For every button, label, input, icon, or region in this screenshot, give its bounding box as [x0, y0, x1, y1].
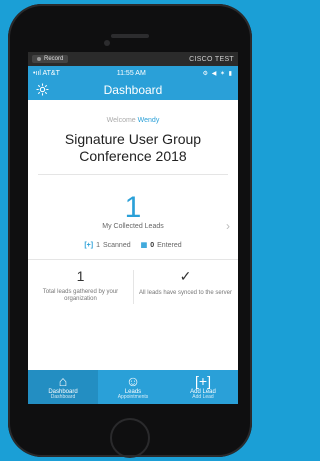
user-name: Wendy [137, 117, 160, 124]
home-button[interactable] [110, 418, 150, 458]
lead-count-label: My Collected Leads [102, 223, 164, 230]
carrier-label: •ııl AT&T [33, 70, 60, 77]
tab-bar: ⌂ Dashboard Dashboard ☺ Leads Appointmen… [28, 370, 238, 404]
scanned-label: Scanned [102, 241, 131, 249]
recording-bar: Record CISCO TEST [28, 52, 238, 66]
leads-summary-card[interactable]: 1 My Collected Leads [+] 1 Scanned ▦ 0 E… [28, 191, 238, 249]
scan-icon: [+] [195, 373, 211, 389]
record-label: Record [44, 56, 64, 62]
keyboard-icon: ▦ [140, 242, 148, 249]
entered-label: Entered [157, 241, 182, 249]
chevron-right-icon[interactable]: › [226, 219, 230, 233]
record-button[interactable]: Record [32, 55, 69, 63]
entered-value: 0 [150, 241, 155, 249]
sync-status-label: All leads have synced to the server [138, 290, 233, 296]
speaker-grille [111, 34, 149, 38]
record-dot-icon [37, 57, 41, 61]
scan-icon: [+] [84, 241, 94, 249]
page-title: Dashboard [103, 83, 163, 97]
entered-stat: ▦ 0 Entered [140, 241, 182, 250]
divider [133, 270, 134, 304]
organization-summary: 1 Total leads gathered by your organizat… [28, 260, 238, 320]
people-icon: ☺ [125, 373, 141, 389]
total-leads-label: Total leads gathered by your organizatio… [42, 289, 119, 302]
carrier-text: AT&T [42, 69, 60, 77]
lead-count: 1 [124, 191, 142, 224]
time-label: 11:55 AM [116, 69, 146, 77]
event-title: Signature User Group Conference 2018 [64, 131, 202, 164]
tab-dashboard[interactable]: ⌂ Dashboard Dashboard [28, 370, 98, 404]
gear-icon[interactable] [36, 83, 49, 96]
welcome-message: Welcome Wendy [28, 117, 238, 124]
lead-breakdown: [+] 1 Scanned ▦ 0 Entered [28, 241, 238, 250]
tab-leads[interactable]: ☺ Leads Appointments [98, 370, 168, 404]
app-screen: •ııl AT&T 11:55 AM ⚙ ◀ ✶ ▮ Dashboard Wel… [28, 66, 238, 404]
tab-sublabel: Dashboard [50, 394, 76, 400]
nav-bar: Dashboard [28, 80, 238, 100]
welcome-prefix: Welcome [106, 117, 136, 124]
tab-add-lead[interactable]: [+] Add Lead Add Lead [168, 370, 238, 404]
signal-icon: •ııl [33, 69, 41, 77]
divider [38, 174, 228, 175]
total-leads-stat: 1 Total leads gathered by your organizat… [28, 260, 133, 320]
status-bar: •ııl AT&T 11:55 AM ⚙ ◀ ✶ ▮ [28, 66, 238, 80]
brand-label: CISCO TEST [189, 55, 234, 63]
status-icons: ⚙ ◀ ✶ ▮ [202, 70, 233, 77]
sync-status-stat: ✓ All leads have synced to the server [133, 260, 238, 320]
scanned-value: 1 [96, 241, 100, 249]
tab-sublabel: Appointments [117, 394, 149, 400]
checkmark-icon: ✓ [179, 268, 192, 284]
home-icon: ⌂ [58, 373, 68, 389]
tab-sublabel: Add Lead [192, 394, 214, 400]
front-camera [104, 40, 110, 46]
total-leads-value: 1 [76, 268, 85, 284]
scanned-stat: [+] 1 Scanned [84, 241, 130, 249]
